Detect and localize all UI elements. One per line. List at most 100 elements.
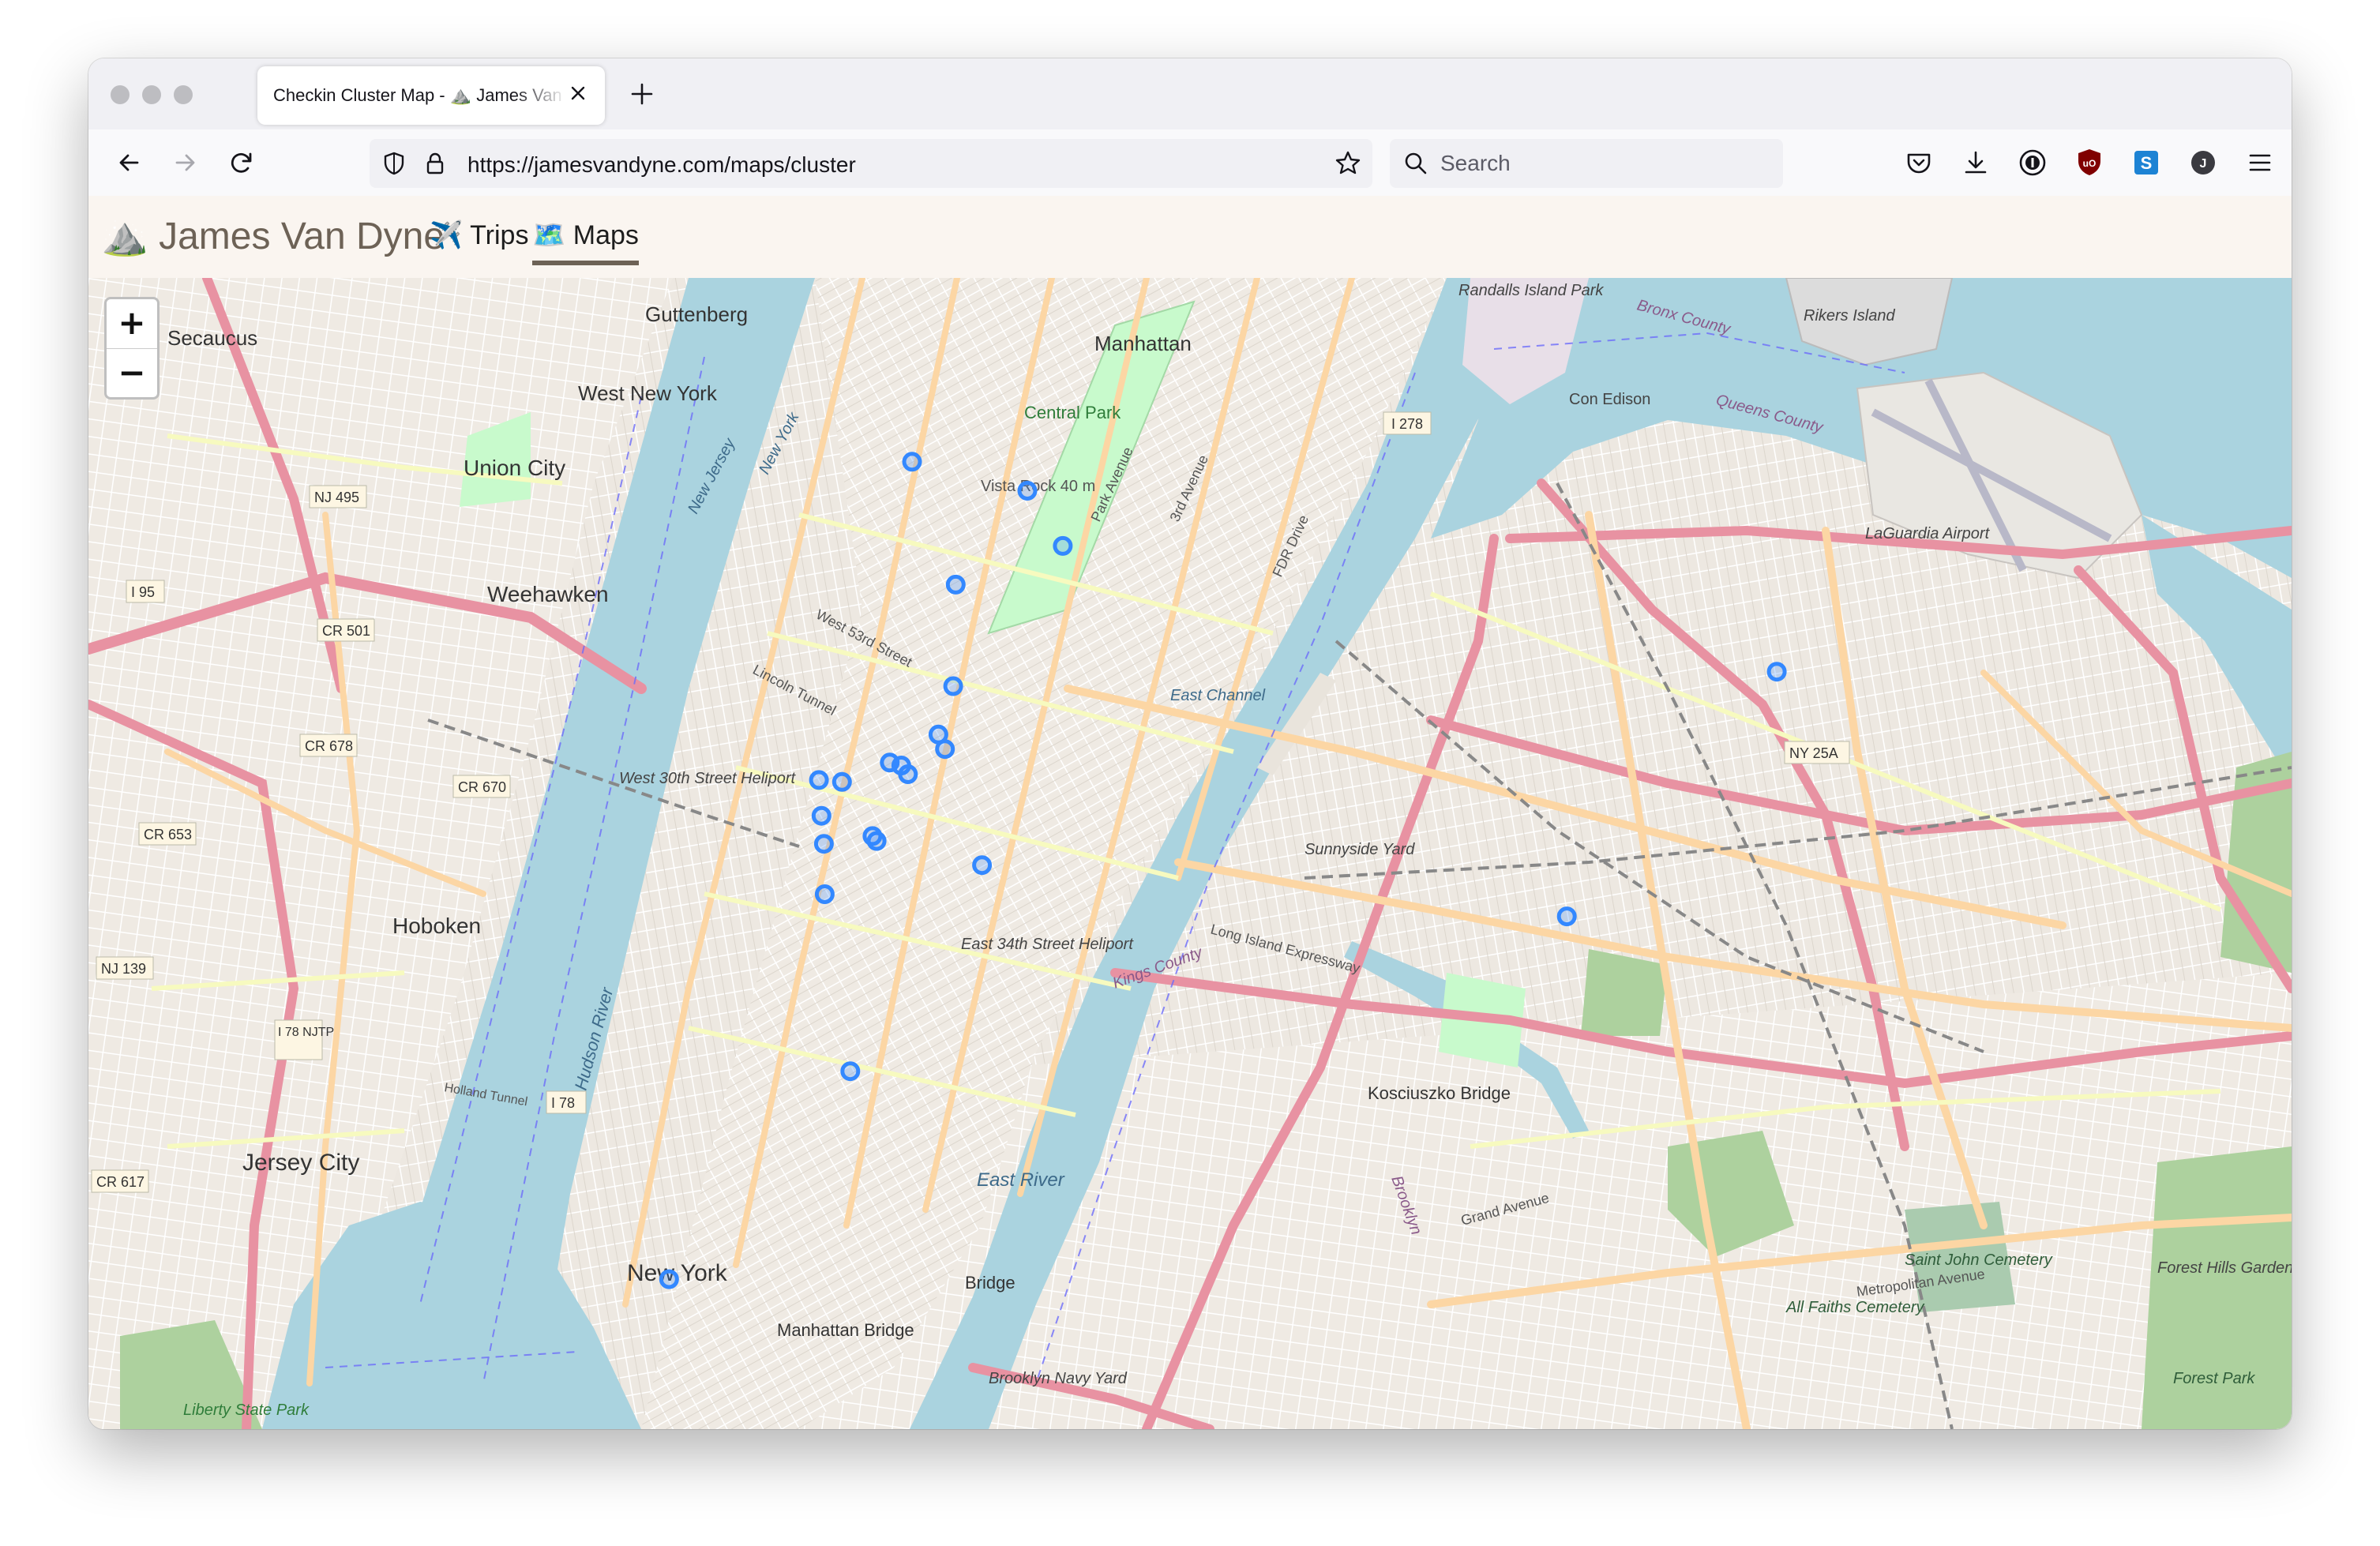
browser-window: Checkin Cluster Map - ⛰️ James Van Dyne [88, 58, 2292, 1429]
url-bar[interactable]: https://jamesvandyne.com/maps/cluster [370, 139, 1372, 188]
label-east-channel: East Channel [1170, 687, 1266, 704]
checkin-marker[interactable] [809, 770, 829, 790]
site-title-link[interactable]: ⛰️ James Van Dyne [101, 213, 445, 258]
shield-nj139: NJ 139 [96, 956, 154, 980]
checkin-marker[interactable] [813, 834, 834, 854]
close-window-button[interactable] [111, 85, 130, 104]
label-forest-park: Forest Park [2173, 1370, 2255, 1387]
extension-s-icon[interactable]: S [2129, 145, 2164, 180]
label-brooklyn-navy-yard: Brooklyn Navy Yard [989, 1370, 1128, 1387]
url-text[interactable]: https://jamesvandyne.com/maps/cluster [467, 152, 856, 178]
svg-text:I 95: I 95 [131, 584, 155, 600]
svg-text:I 78 NJTP: I 78 NJTP [278, 1026, 334, 1039]
checkin-marker[interactable] [811, 805, 831, 826]
shield-cr670: CR 670 [452, 775, 511, 798]
minimize-window-button[interactable] [142, 85, 161, 104]
shield-nj495: NJ 495 [309, 485, 367, 508]
label-jersey-city: Jersey City [242, 1150, 359, 1176]
new-tab-icon[interactable] [629, 81, 655, 107]
checkin-marker[interactable] [972, 855, 993, 876]
checkin-marker[interactable] [902, 452, 922, 472]
svg-text:NJ 495: NJ 495 [314, 490, 359, 505]
checkin-marker[interactable] [831, 771, 852, 792]
svg-text:I 78: I 78 [551, 1095, 575, 1111]
label-rikers-island: Rikers Island [1804, 307, 1895, 325]
close-tab-icon[interactable] [567, 82, 589, 104]
tab-active[interactable]: Checkin Cluster Map - ⛰️ James Van Dyne [257, 66, 605, 125]
nav-toolbar: https://jamesvandyne.com/maps/cluster Se… [88, 129, 2292, 196]
pocket-icon[interactable] [1901, 145, 1936, 180]
label-hoboken: Hoboken [392, 914, 481, 938]
zoom-in-button[interactable]: + [107, 299, 157, 348]
svg-text:NY 25A: NY 25A [1789, 745, 1838, 761]
checkin-marker[interactable] [866, 831, 887, 851]
svg-text:I 278: I 278 [1391, 416, 1423, 432]
back-arrow-icon[interactable] [112, 145, 147, 180]
nav-link-trips[interactable]: ✈️ Trips [430, 220, 528, 251]
tracking-shield-icon[interactable] [381, 150, 407, 177]
lock-icon[interactable] [422, 150, 449, 177]
label-east-34th-heliport: East 34th Street Heliport [961, 936, 1134, 953]
svg-text:CR 501: CR 501 [322, 623, 370, 639]
checkin-marker[interactable] [1053, 535, 1073, 556]
zoom-control: + − [104, 297, 160, 400]
svg-text:S: S [2141, 153, 2153, 173]
svg-text:J: J [2200, 157, 2207, 171]
checkin-marker[interactable] [898, 764, 918, 784]
checkin-marker[interactable] [945, 574, 966, 595]
checkin-marker[interactable] [814, 884, 835, 904]
bookmark-star-icon[interactable] [1333, 148, 1363, 178]
shield-ny25a: NY 25A [1784, 741, 1850, 764]
site-header: ⛰️ James Van Dyne ✈️ Trips 🗺️ Maps [88, 196, 2292, 279]
checkin-marker[interactable] [659, 1269, 679, 1289]
download-icon[interactable] [1958, 145, 1993, 180]
search-icon [1405, 152, 1427, 174]
shield-cr653: CR 653 [138, 822, 197, 846]
label-laguardia: LaGuardia Airport [1865, 525, 1991, 542]
svg-text:NJ 139: NJ 139 [101, 961, 146, 977]
label-vista-rock: Vista Rock 40 m [981, 478, 1095, 495]
checkin-marker[interactable] [1766, 662, 1787, 682]
checkin-marker[interactable] [1017, 481, 1038, 501]
map-container[interactable]: Secaucus Guttenberg West New York Union … [88, 278, 2292, 1429]
label-guttenberg: Guttenberg [645, 302, 748, 326]
label-manhattan: Manhattan [1094, 332, 1192, 355]
ublock-origin-icon[interactable]: uO [2072, 145, 2107, 180]
label-east-river: East River [977, 1169, 1065, 1191]
tab-strip: Checkin Cluster Map - ⛰️ James Van Dyne [88, 58, 2292, 129]
map-tiles[interactable]: Secaucus Guttenberg West New York Union … [88, 278, 2292, 1429]
label-con-edison: Con Edison [1569, 391, 1650, 408]
label-liberty-state-park: Liberty State Park [183, 1402, 310, 1419]
checkin-marker[interactable] [943, 676, 963, 696]
zoom-window-button[interactable] [174, 85, 193, 104]
tab-title: Checkin Cluster Map - ⛰️ James Van Dyne [273, 85, 573, 105]
shield-cr617: CR 617 [91, 1169, 149, 1193]
zoom-out-button[interactable]: − [107, 348, 157, 397]
svg-text:CR 678: CR 678 [305, 738, 353, 754]
checkin-marker[interactable] [935, 739, 955, 760]
label-union-city: Union City [464, 456, 565, 480]
reload-icon[interactable] [224, 145, 259, 180]
svg-text:CR 670: CR 670 [458, 779, 506, 795]
forward-arrow-icon[interactable] [167, 145, 202, 180]
label-sunnyside-yard: Sunnyside Yard [1304, 841, 1415, 858]
label-kosciuszko-bridge: Kosciuszko Bridge [1368, 1083, 1511, 1103]
checkin-marker[interactable] [840, 1061, 861, 1082]
search-input[interactable] [1439, 147, 1774, 180]
label-forest-hills-gardens: Forest Hills Gardens [2157, 1259, 2292, 1277]
shield-i278: I 278 [1383, 411, 1432, 435]
hamburger-menu-icon[interactable] [2243, 145, 2277, 180]
password-manager-icon[interactable] [2015, 145, 2050, 180]
shield-i95: I 95 [126, 580, 165, 603]
label-weehawken: Weehawken [487, 582, 609, 606]
nav-link-maps[interactable]: 🗺️ Maps [532, 220, 639, 265]
checkin-marker[interactable] [1556, 906, 1577, 927]
svg-text:CR 617: CR 617 [96, 1174, 145, 1190]
label-bridge: Bridge [965, 1273, 1015, 1293]
label-west-new-york: West New York [578, 381, 718, 405]
label-west-30th-heliport: West 30th Street Heliport [619, 770, 797, 787]
profile-avatar-icon[interactable]: J [2186, 145, 2220, 180]
shield-cr678: CR 678 [299, 734, 358, 757]
label-secaucus: Secaucus [167, 326, 257, 350]
search-bar[interactable] [1390, 139, 1783, 188]
